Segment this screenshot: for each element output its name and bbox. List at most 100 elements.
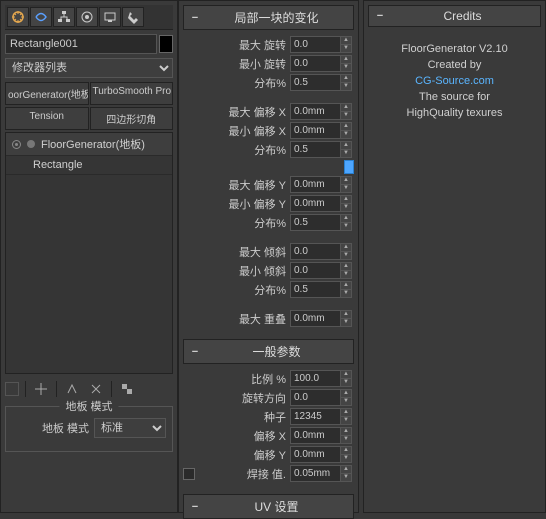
spinner-down[interactable]: ▼ [341, 398, 351, 405]
spinner[interactable]: ▲▼ [290, 74, 354, 91]
lock-icon[interactable] [344, 160, 354, 174]
spinner[interactable]: ▲▼ [290, 122, 354, 139]
spinner-down[interactable]: ▼ [341, 83, 351, 90]
spinner[interactable]: ▲▼ [290, 446, 354, 463]
spinner-up[interactable]: ▲ [341, 37, 351, 45]
spinner-input[interactable] [290, 103, 340, 120]
spinner-input[interactable] [290, 281, 340, 298]
spinner[interactable]: ▲▼ [290, 408, 354, 425]
spinner-input[interactable] [290, 141, 340, 158]
remove-modifier-icon[interactable] [87, 380, 105, 398]
spinner-up[interactable]: ▲ [341, 215, 351, 223]
object-color-swatch[interactable] [159, 35, 173, 53]
spinner-input[interactable] [290, 55, 340, 72]
spinner-up[interactable]: ▲ [341, 282, 351, 290]
spinner-up[interactable]: ▲ [341, 263, 351, 271]
spinner-down[interactable]: ▼ [341, 45, 351, 52]
spinner-up[interactable]: ▲ [341, 104, 351, 112]
spinner-down[interactable]: ▼ [341, 474, 351, 481]
modifier-btn-quadchamfer[interactable]: 四边形切角 [90, 107, 174, 130]
spinner[interactable]: ▲▼ [290, 370, 354, 387]
spinner-down[interactable]: ▼ [341, 64, 351, 71]
spinner-input[interactable] [290, 176, 340, 193]
rollout-variation[interactable]: − 局部一块的变化 [183, 5, 354, 30]
spinner-down[interactable]: ▼ [341, 131, 351, 138]
spinner-down[interactable]: ▼ [341, 290, 351, 297]
spinner[interactable]: ▲▼ [290, 36, 354, 53]
spinner-up[interactable]: ▲ [341, 244, 351, 252]
spinner[interactable]: ▲▼ [290, 103, 354, 120]
credit-line[interactable]: CG-Source.com [374, 75, 535, 87]
spinner-down[interactable]: ▼ [341, 436, 351, 443]
spinner-down[interactable]: ▼ [341, 185, 351, 192]
floor-mode-dropdown[interactable]: 标准 [94, 418, 166, 438]
tab-hierarchy-icon[interactable] [53, 7, 75, 27]
spinner-down[interactable]: ▼ [341, 319, 351, 326]
spinner-input[interactable] [290, 243, 340, 260]
spinner[interactable]: ▲▼ [290, 243, 354, 260]
tab-create-icon[interactable] [7, 7, 29, 27]
spinner[interactable]: ▲▼ [290, 55, 354, 72]
spinner-down[interactable]: ▼ [341, 112, 351, 119]
eye-icon[interactable] [12, 140, 21, 149]
object-name-input[interactable] [5, 34, 157, 54]
spinner-input[interactable] [290, 214, 340, 231]
spinner-down[interactable]: ▼ [341, 379, 351, 386]
spinner-up[interactable]: ▲ [341, 428, 351, 436]
spinner[interactable]: ▲▼ [290, 427, 354, 444]
modifier-list-dropdown[interactable]: 修改器列表 [5, 58, 173, 78]
rollout-credits[interactable]: − Credits [368, 5, 541, 27]
tab-display-icon[interactable] [99, 7, 121, 27]
spinner[interactable]: ▲▼ [290, 310, 354, 327]
spinner-up[interactable]: ▲ [341, 75, 351, 83]
spinner[interactable]: ▲▼ [290, 465, 354, 482]
spinner-input[interactable] [290, 446, 340, 463]
spinner-up[interactable]: ▲ [341, 390, 351, 398]
spinner-down[interactable]: ▼ [341, 271, 351, 278]
rollout-uv[interactable]: − UV 设置 [183, 494, 354, 519]
spinner-input[interactable] [290, 122, 340, 139]
configure-sets-icon[interactable] [118, 380, 136, 398]
spinner-input[interactable] [290, 262, 340, 279]
spinner-input[interactable] [290, 408, 340, 425]
spinner-down[interactable]: ▼ [341, 223, 351, 230]
spinner[interactable]: ▲▼ [290, 281, 354, 298]
stack-item-floorgen[interactable]: FloorGenerator(地板) [6, 133, 172, 156]
spinner-input[interactable] [290, 310, 340, 327]
spinner-up[interactable]: ▲ [341, 177, 351, 185]
pin-stack-button[interactable] [5, 382, 19, 396]
spinner-up[interactable]: ▲ [341, 466, 351, 474]
rollout-general[interactable]: − 一般参数 [183, 339, 354, 364]
spinner-input[interactable] [290, 36, 340, 53]
spinner-down[interactable]: ▼ [341, 455, 351, 462]
spinner-up[interactable]: ▲ [341, 311, 351, 319]
spinner-up[interactable]: ▲ [341, 123, 351, 131]
modifier-btn-floorgen[interactable]: oorGenerator(地板 [5, 82, 89, 105]
tab-motion-icon[interactable] [76, 7, 98, 27]
modifier-stack[interactable]: FloorGenerator(地板) Rectangle [5, 132, 173, 374]
spinner-up[interactable]: ▲ [341, 142, 351, 150]
modifier-btn-turbosmooth[interactable]: TurboSmooth Pro [90, 82, 174, 105]
spinner-down[interactable]: ▼ [341, 417, 351, 424]
tab-utilities-icon[interactable] [122, 7, 144, 27]
spinner-input[interactable] [290, 370, 340, 387]
spinner-up[interactable]: ▲ [341, 56, 351, 64]
spinner-up[interactable]: ▲ [341, 196, 351, 204]
spinner-up[interactable]: ▲ [341, 409, 351, 417]
spinner-down[interactable]: ▼ [341, 252, 351, 259]
spinner-input[interactable] [290, 74, 340, 91]
modifier-btn-tension[interactable]: Tension [5, 107, 89, 130]
spinner-input[interactable] [290, 427, 340, 444]
spinner[interactable]: ▲▼ [290, 214, 354, 231]
stack-item-rectangle[interactable]: Rectangle [6, 156, 172, 175]
show-end-result-icon[interactable] [32, 380, 50, 398]
spinner[interactable]: ▲▼ [290, 262, 354, 279]
spinner-input[interactable] [290, 195, 340, 212]
spinner[interactable]: ▲▼ [290, 389, 354, 406]
bulb-icon[interactable] [27, 140, 35, 148]
spinner[interactable]: ▲▼ [290, 176, 354, 193]
spinner-up[interactable]: ▲ [341, 447, 351, 455]
spinner-input[interactable] [290, 465, 340, 482]
make-unique-icon[interactable] [63, 380, 81, 398]
spinner[interactable]: ▲▼ [290, 141, 354, 158]
